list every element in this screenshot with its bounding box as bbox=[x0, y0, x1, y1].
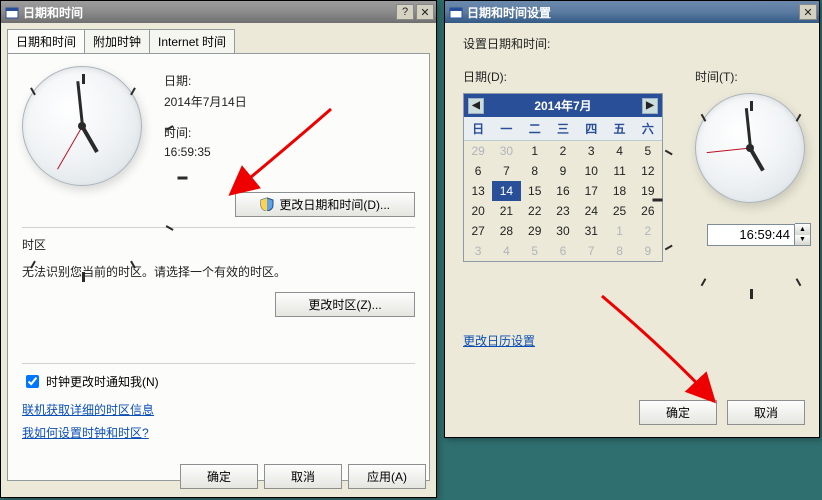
cal-day-cell[interactable]: 31 bbox=[577, 221, 605, 241]
cal-day-cell[interactable]: 17 bbox=[577, 181, 605, 201]
link-calendar-settings[interactable]: 更改日历设置 bbox=[463, 334, 535, 348]
cal-week-row: 13141516171819 bbox=[464, 181, 662, 201]
change-timezone-button[interactable]: 更改时区(Z)... bbox=[275, 292, 415, 317]
cal-day-cell[interactable]: 10 bbox=[577, 161, 605, 181]
cal-day-cell[interactable]: 3 bbox=[577, 141, 605, 161]
cal-day-cell[interactable]: 23 bbox=[549, 201, 577, 221]
help-button[interactable]: ? bbox=[396, 4, 414, 20]
link-tz-info[interactable]: 联机获取详细的时区信息 bbox=[22, 403, 154, 417]
time-spinner[interactable]: ▲ ▼ bbox=[707, 223, 811, 246]
tab-datetime[interactable]: 日期和时间 bbox=[7, 29, 85, 53]
cal-day-cell[interactable]: 25 bbox=[605, 201, 633, 221]
cal-day-cell[interactable]: 30 bbox=[492, 141, 520, 161]
analog-clock bbox=[22, 66, 142, 186]
cal-day-cell[interactable]: 24 bbox=[577, 201, 605, 221]
link-howto[interactable]: 我如何设置时钟和时区? bbox=[22, 426, 149, 440]
datetime-settings-window: 日期和时间设置 ✕ 设置日期和时间: 日期(D): ◀ 2014年7月 ▶ 日 … bbox=[444, 0, 820, 438]
cal-week-row: 20212223242526 bbox=[464, 201, 662, 221]
cal-day-cell[interactable]: 30 bbox=[549, 221, 577, 241]
date-field-label: 日期(D): bbox=[463, 68, 669, 85]
cal-next-button[interactable]: ▶ bbox=[642, 98, 658, 114]
cal-day-cell[interactable]: 7 bbox=[492, 161, 520, 181]
tz-heading: 时区 bbox=[22, 236, 415, 253]
cal-day-cell[interactable]: 4 bbox=[492, 241, 520, 261]
calendar-icon bbox=[449, 5, 463, 19]
cal-day-cell[interactable]: 11 bbox=[605, 161, 633, 181]
cal-month-label: 2014年7月 bbox=[484, 97, 642, 114]
tabstrip: 日期和时间 附加时钟 Internet 时间 bbox=[7, 29, 430, 53]
ok-button[interactable]: 确定 bbox=[639, 400, 717, 425]
window-title: 日期和时间 bbox=[23, 4, 394, 21]
tz-message: 无法识别您当前的时区。请选择一个有效的时区。 bbox=[22, 263, 415, 280]
cal-day-cell[interactable]: 14 bbox=[492, 181, 520, 201]
cal-day-cell[interactable]: 15 bbox=[521, 181, 549, 201]
date-value: 2014年7月14日 bbox=[164, 93, 247, 110]
cal-day-cell[interactable]: 26 bbox=[634, 201, 662, 221]
cal-day-cell[interactable]: 22 bbox=[521, 201, 549, 221]
cal-day-cell[interactable]: 21 bbox=[492, 201, 520, 221]
titlebar[interactable]: 日期和时间 ? ✕ bbox=[1, 1, 436, 23]
cal-day-cell[interactable]: 7 bbox=[577, 241, 605, 261]
time-input[interactable] bbox=[707, 224, 795, 246]
cal-week-row: 3456789 bbox=[464, 241, 662, 261]
time-spin-down[interactable]: ▼ bbox=[795, 235, 810, 246]
cal-day-cell[interactable]: 29 bbox=[521, 221, 549, 241]
tab-panel: 日期: 2014年7月14日 时间: 16:59:35 更改日期和时间(D)..… bbox=[7, 53, 430, 481]
cal-day-cell[interactable]: 1 bbox=[521, 141, 549, 161]
cancel-button[interactable]: 取消 bbox=[264, 464, 342, 489]
close-button[interactable]: ✕ bbox=[416, 4, 434, 20]
cal-prev-button[interactable]: ◀ bbox=[468, 98, 484, 114]
time-label: 时间: bbox=[164, 124, 247, 141]
cal-day-cell[interactable]: 18 bbox=[605, 181, 633, 201]
cal-day-cell[interactable]: 6 bbox=[464, 161, 492, 181]
cal-day-cell[interactable]: 8 bbox=[605, 241, 633, 261]
tab-additional-clocks[interactable]: 附加时钟 bbox=[84, 29, 150, 53]
close-button[interactable]: ✕ bbox=[799, 4, 817, 20]
notify-checkbox-input[interactable] bbox=[26, 375, 39, 388]
cal-day-cell[interactable]: 3 bbox=[464, 241, 492, 261]
ok-button[interactable]: 确定 bbox=[180, 464, 258, 489]
cal-day-cell[interactable]: 29 bbox=[464, 141, 492, 161]
notify-checkbox[interactable]: 时钟更改时通知我(N) bbox=[22, 372, 415, 391]
calendar[interactable]: ◀ 2014年7月 ▶ 日 一 二 三 四 五 六 29301234567891… bbox=[463, 93, 663, 262]
cal-day-cell[interactable]: 5 bbox=[521, 241, 549, 261]
analog-clock bbox=[695, 93, 805, 203]
cal-day-cell[interactable]: 2 bbox=[549, 141, 577, 161]
cancel-button[interactable]: 取消 bbox=[727, 400, 805, 425]
cal-week-row: 272829303112 bbox=[464, 221, 662, 241]
cal-week-row: 293012345 bbox=[464, 141, 662, 161]
cal-day-cell[interactable]: 13 bbox=[464, 181, 492, 201]
cal-day-cell[interactable]: 2 bbox=[634, 221, 662, 241]
calendar-icon bbox=[5, 5, 19, 19]
tab-internet-time[interactable]: Internet 时间 bbox=[149, 29, 235, 53]
cal-day-cell[interactable]: 6 bbox=[549, 241, 577, 261]
cal-day-cell[interactable]: 28 bbox=[492, 221, 520, 241]
cal-week-row: 6789101112 bbox=[464, 161, 662, 181]
shield-icon bbox=[260, 197, 274, 211]
change-datetime-button[interactable]: 更改日期和时间(D)... bbox=[235, 192, 415, 217]
cal-day-cell[interactable]: 5 bbox=[634, 141, 662, 161]
window-title: 日期和时间设置 bbox=[467, 4, 797, 21]
cal-day-cell[interactable]: 1 bbox=[605, 221, 633, 241]
cal-day-cell[interactable]: 9 bbox=[549, 161, 577, 181]
datetime-window: 日期和时间 ? ✕ 日期和时间 附加时钟 Internet 时间 日期: 201… bbox=[0, 0, 437, 498]
date-label: 日期: bbox=[164, 72, 247, 89]
cal-dow-row: 日 一 二 三 四 五 六 bbox=[464, 117, 662, 141]
cal-day-cell[interactable]: 27 bbox=[464, 221, 492, 241]
cal-day-cell[interactable]: 8 bbox=[521, 161, 549, 181]
titlebar[interactable]: 日期和时间设置 ✕ bbox=[445, 1, 819, 23]
cal-day-cell[interactable]: 16 bbox=[549, 181, 577, 201]
set-datetime-label: 设置日期和时间: bbox=[463, 35, 801, 52]
time-value: 16:59:35 bbox=[164, 145, 247, 159]
apply-button[interactable]: 应用(A) bbox=[348, 464, 426, 489]
cal-day-cell[interactable]: 4 bbox=[605, 141, 633, 161]
cal-day-cell[interactable]: 12 bbox=[634, 161, 662, 181]
cal-day-cell[interactable]: 9 bbox=[634, 241, 662, 261]
time-field-label: 时间(T): bbox=[695, 68, 811, 85]
time-spin-up[interactable]: ▲ bbox=[795, 224, 810, 235]
cal-day-cell[interactable]: 20 bbox=[464, 201, 492, 221]
